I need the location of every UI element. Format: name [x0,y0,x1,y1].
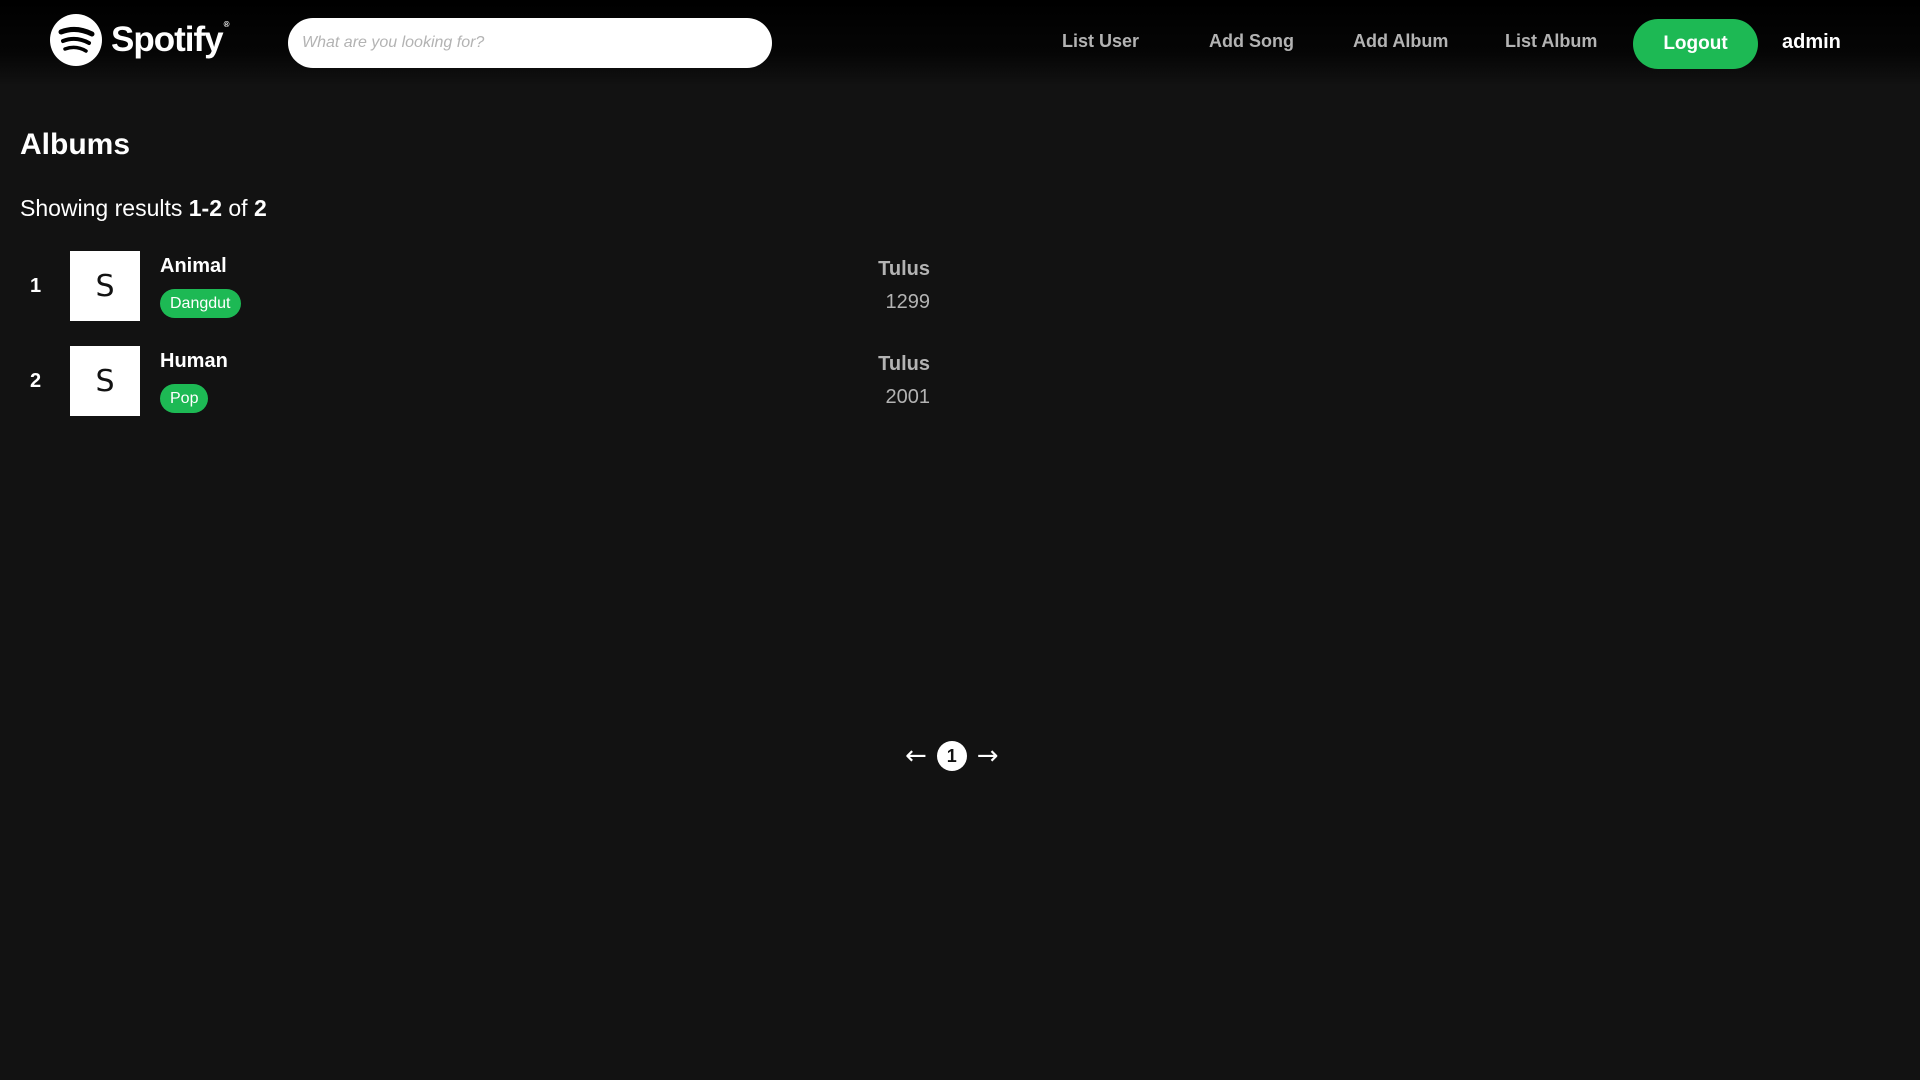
album-name[interactable]: Animal [160,255,227,278]
next-page-arrow-icon[interactable]: → [977,741,999,771]
logout-button[interactable]: Logout [1633,19,1758,69]
album-cover: S [70,251,140,321]
album-cover: S [70,346,140,416]
genre-badge: Pop [160,384,209,413]
logo-text: Spotify® [111,20,229,59]
results-summary: Showing results 1-2 of 2 [20,195,267,221]
nav-list-album[interactable]: List Album [1505,31,1597,52]
album-name[interactable]: Human [160,350,228,373]
album-artist: Tulus [878,258,930,280]
search-input[interactable] [288,18,772,68]
username: admin [1782,31,1841,53]
spotify-logo-icon [50,14,102,66]
pagination: ← 1 → [905,741,999,771]
nav-list-user[interactable]: List User [1062,31,1139,52]
album-year: 1299 [885,291,931,313]
nav-add-album[interactable]: Add Album [1353,31,1448,52]
album-row[interactable]: 1 S Animal Dangdut Tulus 1299 [20,251,940,321]
row-index: 2 [30,370,42,392]
row-index: 1 [30,275,42,297]
prev-page-arrow-icon[interactable]: ← [905,741,927,771]
nav-add-song[interactable]: Add Song [1209,31,1294,52]
album-artist: Tulus [878,353,930,375]
page-title: Albums [20,128,131,161]
spotify-logo[interactable]: Spotify® [49,13,229,67]
top-navbar: Spotify® List User Add Song Add Album Li… [0,0,1920,86]
genre-badge: Dangdut [160,289,241,318]
album-row[interactable]: 2 S Human Pop Tulus 2001 [20,346,940,416]
album-year: 2001 [885,386,931,408]
page-number-current[interactable]: 1 [936,741,967,771]
